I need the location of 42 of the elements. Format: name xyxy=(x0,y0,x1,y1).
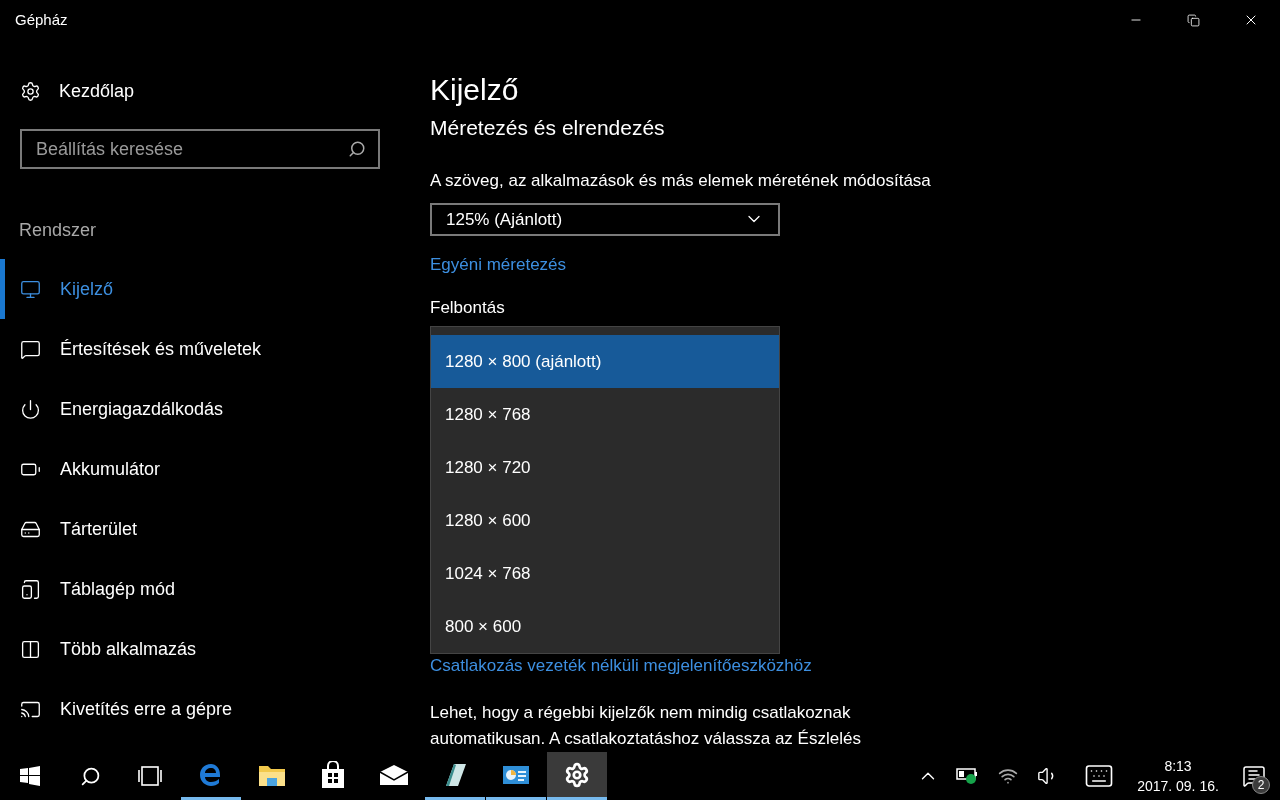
search-icon xyxy=(79,765,101,787)
page-title: Kijelző xyxy=(430,72,519,108)
setting-label: Felbontás xyxy=(430,297,505,319)
home-link[interactable]: Kezdőlap xyxy=(20,70,430,112)
tablet-icon xyxy=(20,578,41,600)
power-icon xyxy=(20,398,41,420)
section-heading: Méretezés és elrendezés xyxy=(430,115,665,141)
setting-label: A szöveg, az alkalmazások és más elemek méretének módosítása xyxy=(430,169,931,192)
battery-charging-icon xyxy=(956,767,980,785)
notification-icon xyxy=(1242,764,1266,788)
paragraph: Lehet, hogy a régebbi kijelzők nem mindig csatlakoznak automatikusan. A csatlakoztatáshoz válassza az Észlelés xyxy=(430,702,861,750)
scale-dropdown[interactable]: 125% (Ajánlott) xyxy=(430,203,780,236)
gear-icon xyxy=(20,80,41,102)
search-icon xyxy=(348,140,366,158)
sidebar-item[interactable]: Értesítések és műveletek xyxy=(0,319,430,379)
wifi-icon xyxy=(998,766,1018,786)
sidebar-item[interactable]: Akkumulátor xyxy=(0,439,430,499)
section-heading: Rendszer xyxy=(19,219,97,242)
split-window-icon xyxy=(20,638,41,660)
sidebar-item[interactable]: Energiagazdálkodás xyxy=(0,379,430,439)
notification-badge: 2 xyxy=(1252,776,1270,794)
taskbar-app[interactable] xyxy=(547,752,607,800)
task-view-icon xyxy=(137,766,163,786)
shopping-bag-icon xyxy=(321,760,345,789)
sidebar-item[interactable]: Több alkalmazás xyxy=(0,619,430,679)
restore-icon xyxy=(1186,13,1200,27)
gear-icon xyxy=(564,761,590,788)
envelope-icon xyxy=(379,763,409,786)
sidebar-item[interactable]: Kijelző xyxy=(0,259,430,319)
search-field[interactable]: Beállítás keresése xyxy=(20,129,380,169)
sidebar-item[interactable]: Táblagép mód xyxy=(0,559,430,619)
monitor-icon xyxy=(20,278,41,300)
custom-scaling-link[interactable]: Egyéni méretezés xyxy=(430,251,567,277)
wireless-display-link[interactable]: Csatlakozás vezeték nélküli megjelenítőeszközhöz xyxy=(430,652,812,678)
speech-bubble-icon xyxy=(20,338,41,360)
menu-option[interactable]: 1280 × 800 (ajánlott) xyxy=(431,335,779,388)
notification-button[interactable]: 2 xyxy=(1228,752,1280,800)
sidebar-item[interactable]: Kivetítés erre a gépre xyxy=(0,679,430,739)
window-title: Gépház xyxy=(15,9,69,30)
windows-logo-icon xyxy=(20,766,40,786)
sidebar-item[interactable]: Tárterület xyxy=(0,499,430,559)
clock[interactable]: 8:13 2017. 09. 16. xyxy=(1128,752,1228,800)
